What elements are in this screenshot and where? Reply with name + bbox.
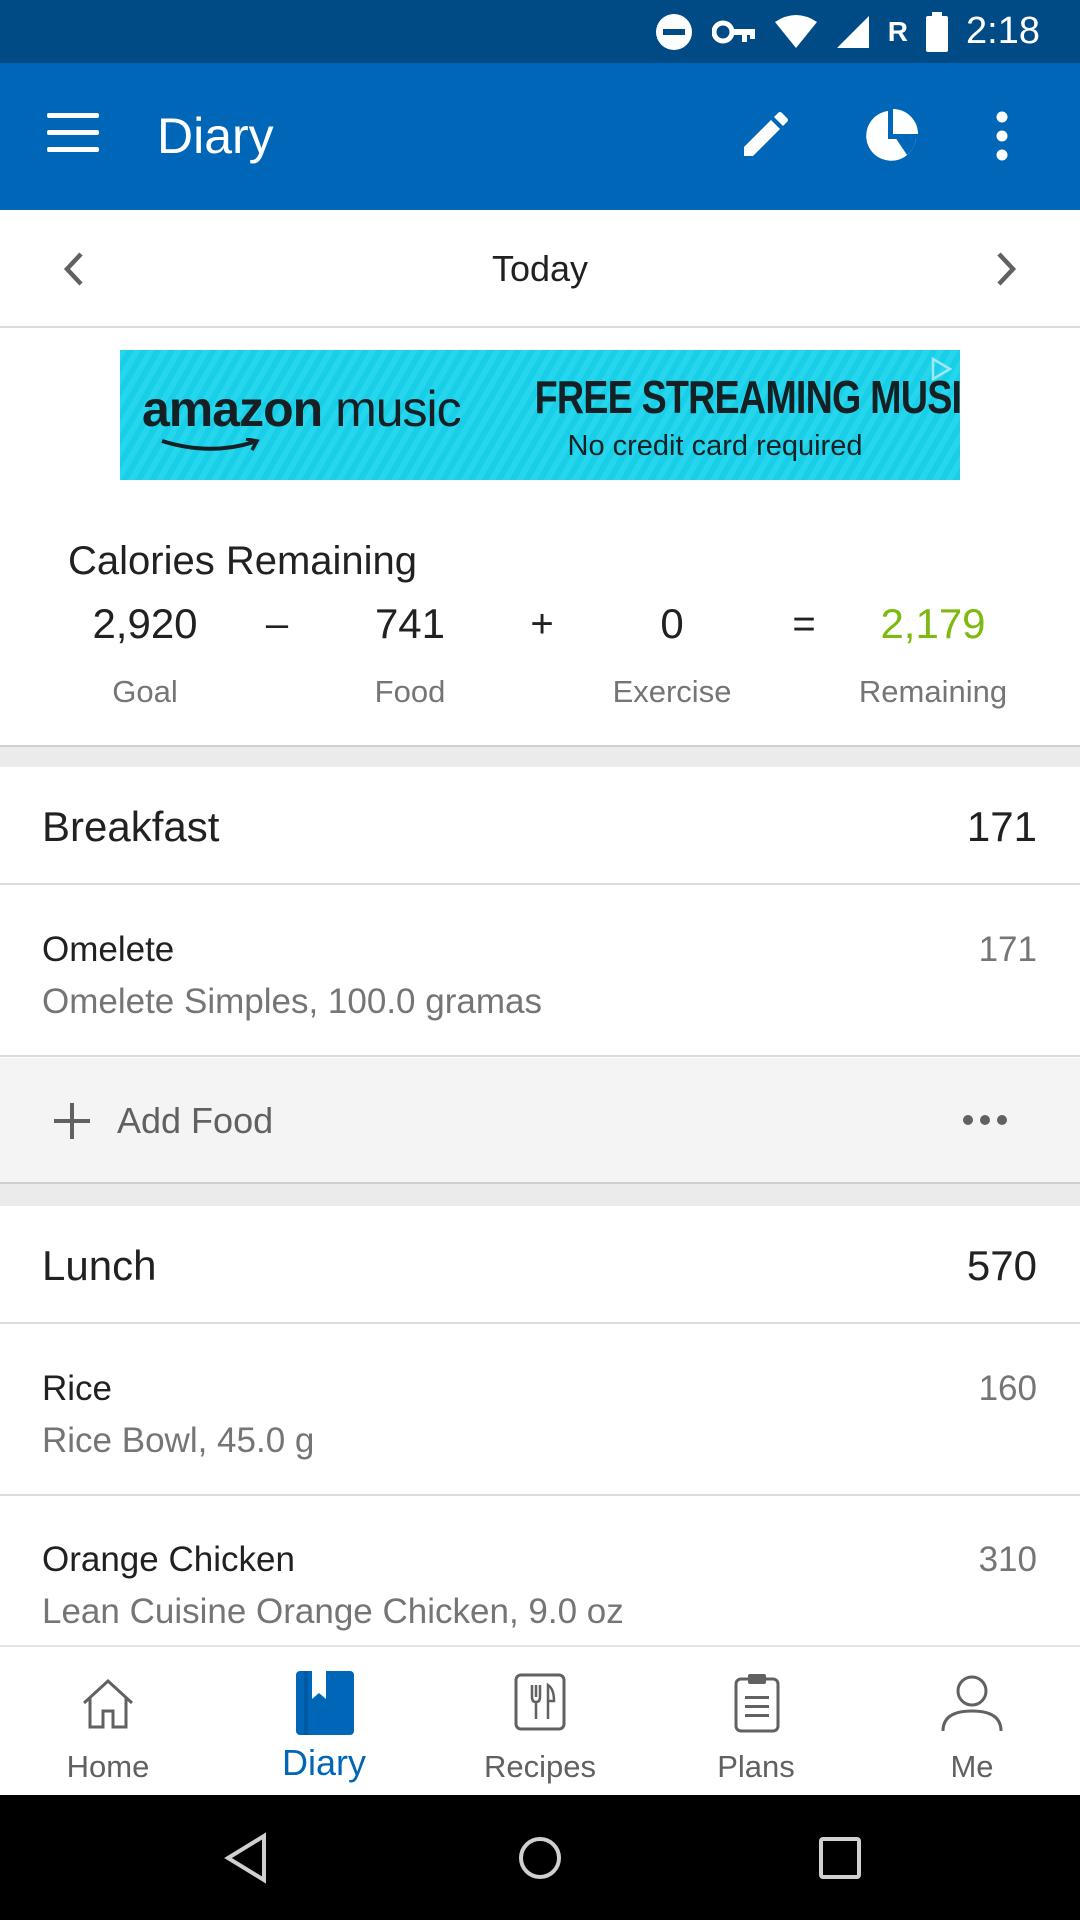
remaining-label: Remaining — [858, 674, 1008, 709]
calories-equation: 2,920 – 741 + 0 = 2,179 — [0, 594, 1080, 654]
remaining-value: 2,179 — [880, 600, 986, 647]
meal-calories: 171 — [966, 803, 1037, 850]
food-name: Orange Chicken — [42, 1540, 295, 1579]
food-entry[interactable]: Omelete Omelete Simples, 100.0 gramas 17… — [0, 887, 1080, 1057]
exercise-label: Exercise — [612, 674, 732, 709]
nav-item-home[interactable]: Home — [0, 1647, 216, 1797]
chevron-right-icon[interactable] — [985, 246, 1025, 292]
nav-label: Recipes — [484, 1749, 596, 1784]
menu-icon[interactable] — [47, 113, 99, 153]
nav-item-diary[interactable]: Diary — [216, 1647, 432, 1797]
plans-icon — [734, 1674, 780, 1733]
ad-banner[interactable]: amazon music FREE STREAMING MUSIC No cre… — [120, 350, 960, 480]
battery-icon — [926, 11, 949, 52]
nav-label: Home — [66, 1749, 150, 1784]
ad-headline: FREE STREAMING MUSIC — [534, 371, 960, 423]
more-horiz-icon[interactable] — [962, 1113, 1008, 1127]
app-bar: Diary — [0, 63, 1080, 210]
profile-icon — [941, 1675, 1003, 1732]
food-calories: 171 — [978, 930, 1037, 969]
roaming-indicator: R — [887, 15, 909, 47]
system-navigation-bar — [0, 1795, 1080, 1920]
food-value: 741 — [374, 600, 446, 647]
food-name: Omelete — [42, 930, 175, 969]
more-vert-icon[interactable] — [985, 110, 1019, 162]
section-divider — [0, 745, 1080, 767]
recipes-icon — [514, 1673, 566, 1731]
add-food-button[interactable]: Add Food — [0, 1058, 1080, 1184]
nav-item-plans[interactable]: Plans — [648, 1647, 864, 1797]
diary-icon — [296, 1671, 354, 1735]
food-calories: 160 — [978, 1369, 1037, 1408]
food-entry[interactable]: Rice Rice Bowl, 45.0 g 160 — [0, 1326, 1080, 1496]
back-icon[interactable] — [220, 1830, 270, 1886]
ad-brand-logo: amazon music — [142, 381, 462, 437]
nav-item-me[interactable]: Me — [864, 1647, 1080, 1797]
meal-name: Lunch — [42, 1242, 157, 1289]
add-food-label: Add Food — [117, 1100, 274, 1141]
home-icon — [82, 1678, 134, 1729]
equals-operator: = — [792, 602, 816, 646]
cell-signal-icon — [836, 15, 869, 48]
vpn-key-icon — [711, 20, 755, 43]
edit-icon[interactable] — [738, 110, 790, 162]
pie-chart-icon[interactable] — [862, 107, 920, 165]
calories-remaining-card[interactable]: Calories Remaining 2,920 – 741 + 0 = 2,1… — [0, 500, 1080, 745]
recents-icon[interactable] — [812, 1830, 868, 1886]
food-name: Rice — [42, 1369, 113, 1408]
ad-choices-icon[interactable] — [928, 356, 954, 382]
meal-name: Breakfast — [42, 803, 220, 850]
plus-operator: + — [530, 602, 554, 646]
page-title: Diary — [157, 108, 274, 164]
minus-operator: – — [265, 602, 289, 646]
do-not-disturb-icon — [655, 13, 692, 50]
food-description: Lean Cuisine Orange Chicken, 9.0 oz — [42, 1592, 624, 1631]
bottom-navigation: Home Diary Recipes Plans Me — [0, 1645, 1080, 1795]
ad-subline: No credit card required — [567, 430, 863, 462]
status-bar: R 2:18 — [0, 0, 1080, 63]
amazon-smile-icon — [161, 438, 260, 451]
food-description: Omelete Simples, 100.0 gramas — [42, 982, 542, 1021]
nav-label: Me — [950, 1749, 994, 1784]
wifi-icon — [774, 14, 817, 48]
calories-title: Calories Remaining — [68, 539, 418, 583]
goal-value: 2,920 — [92, 600, 198, 647]
meal-calories: 570 — [966, 1242, 1037, 1289]
status-time: 2:18 — [966, 10, 1040, 52]
nav-item-recipes[interactable]: Recipes — [432, 1647, 648, 1797]
section-divider — [0, 1184, 1080, 1206]
date-navigator: Today — [0, 210, 1080, 328]
food-entry[interactable]: Orange Chicken Lean Cuisine Orange Chick… — [0, 1497, 1080, 1667]
meal-header-lunch[interactable]: Lunch 570 — [0, 1206, 1080, 1324]
nav-label: Diary — [281, 1742, 366, 1783]
home-circle-icon[interactable] — [515, 1830, 565, 1886]
food-description: Rice Bowl, 45.0 g — [42, 1421, 315, 1460]
goal-label: Goal — [112, 674, 178, 709]
date-label[interactable]: Today — [0, 246, 1080, 292]
nav-label: Plans — [717, 1749, 795, 1784]
plus-icon — [54, 1103, 90, 1139]
food-label: Food — [374, 674, 446, 709]
meal-header-breakfast[interactable]: Breakfast 171 — [0, 767, 1080, 885]
exercise-value: 0 — [660, 600, 684, 647]
food-calories: 310 — [978, 1540, 1037, 1579]
